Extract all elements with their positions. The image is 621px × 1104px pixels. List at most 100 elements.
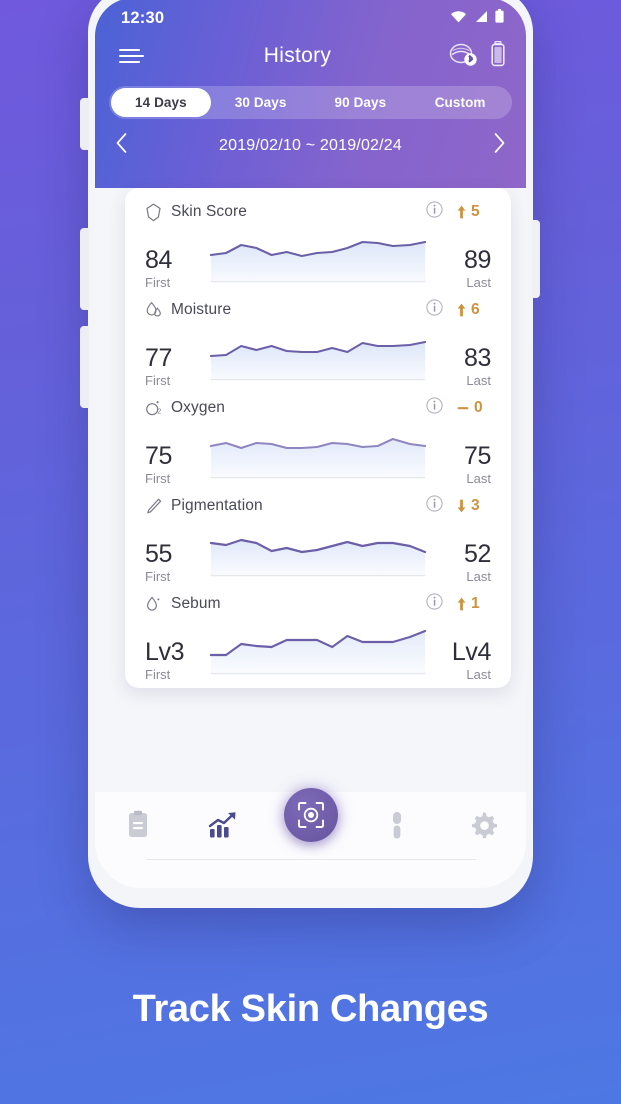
metric-body: 55 First 52 Last — [145, 526, 491, 584]
metric-delta-value: 6 — [471, 301, 480, 318]
chevron-right-icon[interactable] — [493, 132, 506, 159]
metric-row-oxygen[interactable]: 2 Oxygen 0 75 First 75 Last — [125, 388, 511, 486]
metric-last-value: Lv4 — [451, 637, 492, 666]
metric-row-pigmentation[interactable]: Pigmentation 3 55 First 52 Last — [125, 486, 511, 584]
metric-label: Moisture — [171, 301, 232, 318]
metric-last-value: 75 — [463, 441, 491, 470]
clipboard-icon — [129, 810, 148, 837]
phone-button-volume-up[interactable] — [80, 98, 89, 150]
metric-last-value: 52 — [463, 539, 491, 568]
range-tab-30-days[interactable]: 30 Days — [211, 88, 311, 117]
metric-last-value: 83 — [463, 343, 491, 372]
phone-button-volume-down[interactable] — [80, 228, 89, 310]
range-tab-custom[interactable]: Custom — [410, 88, 510, 117]
metric-row-moisture[interactable]: Moisture 6 77 First 83 Last — [125, 290, 511, 388]
metric-last: 52 Last — [433, 539, 491, 584]
nav-item-history[interactable] — [197, 810, 251, 840]
page-title: History — [263, 44, 332, 67]
metric-last: 89 Last — [433, 245, 491, 290]
metric-header: Sebum 1 — [145, 584, 491, 624]
status-time: 12:30 — [121, 9, 165, 27]
phone-screen: 12:30 History 14 Days 30 Days 90 Days Cu… — [95, 0, 526, 888]
arrow-up-icon — [457, 205, 466, 219]
metric-delta: 6 — [457, 301, 491, 319]
chevron-left-icon[interactable] — [115, 132, 128, 159]
metric-first-caption: First — [145, 373, 171, 388]
oxygen-o2-icon: 2 — [145, 399, 171, 418]
info-circle-icon[interactable] — [426, 299, 443, 321]
range-tab-14-days[interactable]: 14 Days — [111, 88, 211, 117]
metric-label: Sebum — [171, 595, 221, 612]
metric-label: Oxygen — [171, 399, 226, 416]
metric-last-caption: Last — [466, 275, 491, 290]
metric-last-caption: Last — [466, 667, 491, 682]
metric-last: 75 Last — [433, 441, 491, 486]
scan-icon — [297, 802, 324, 828]
bottom-navigation — [95, 788, 526, 888]
phone-button-power[interactable] — [532, 220, 540, 298]
status-bar-icons — [450, 9, 504, 28]
metric-last-value: 89 — [463, 245, 491, 274]
metric-first-caption: First — [145, 667, 171, 682]
wifi-icon — [450, 10, 467, 28]
metric-delta: 0 — [457, 399, 491, 417]
metric-last-caption: Last — [466, 373, 491, 388]
date-range-label: 2019/02/10 ~ 2019/02/24 — [219, 136, 402, 154]
date-navigation: 2019/02/10 ~ 2019/02/24 — [95, 119, 526, 159]
metric-last: 83 Last — [433, 343, 491, 388]
range-tab-90-days[interactable]: 90 Days — [311, 88, 411, 117]
sparkline-sebum — [203, 628, 433, 682]
metric-last-caption: Last — [466, 471, 491, 486]
hamburger-menu-icon[interactable] — [119, 49, 147, 63]
info-circle-icon[interactable] — [426, 593, 443, 615]
metric-first-value: Lv3 — [145, 637, 185, 666]
dash-flat-icon — [457, 407, 469, 410]
metric-delta: 1 — [457, 595, 491, 613]
metric-first-caption: First — [145, 471, 171, 486]
metric-delta-value: 3 — [471, 497, 480, 514]
info-circle-icon[interactable] — [426, 495, 443, 517]
metric-first: 75 First — [145, 442, 203, 486]
status-bar: 12:30 — [95, 0, 526, 28]
metric-row-skin-score[interactable]: Skin Score 5 84 First 89 Last — [125, 192, 511, 290]
metric-label: Pigmentation — [171, 497, 263, 514]
device-stick-icon — [392, 812, 401, 839]
phone-button-extra[interactable] — [80, 326, 89, 408]
metric-first: 84 First — [145, 245, 203, 290]
pen-icon — [145, 497, 171, 516]
nav-item-device[interactable] — [370, 810, 424, 842]
metric-delta: 3 — [457, 497, 491, 515]
metric-row-sebum[interactable]: Sebum 1 Lv3 First Lv4 Last — [125, 584, 511, 682]
sparkline-skin-score — [203, 236, 433, 290]
metric-last: Lv4 Last — [433, 637, 492, 682]
metric-body: 84 First 89 Last — [145, 232, 491, 290]
metric-body: 77 First 83 Last — [145, 330, 491, 388]
metric-header: 2 Oxygen 0 — [145, 388, 491, 428]
nav-item-settings[interactable] — [456, 810, 510, 840]
metric-first-caption: First — [145, 569, 171, 584]
sparkline-moisture — [203, 334, 433, 388]
promo-caption: Track Skin Changes — [132, 988, 489, 1030]
metric-delta-value: 5 — [471, 203, 480, 220]
metric-first: Lv3 First — [145, 637, 203, 682]
range-tabs: 14 Days 30 Days 90 Days Custom — [109, 86, 512, 119]
metric-first-value: 77 — [145, 343, 173, 372]
chart-trend-icon — [209, 812, 236, 838]
metric-delta: 5 — [457, 203, 491, 221]
metric-first-value: 84 — [145, 245, 173, 274]
metric-body: 75 First 75 Last — [145, 428, 491, 486]
metric-label: Skin Score — [171, 203, 247, 220]
arrow-up-icon — [457, 303, 466, 317]
info-circle-icon[interactable] — [426, 397, 443, 419]
scan-button[interactable] — [283, 788, 338, 842]
metric-header: Skin Score 5 — [145, 192, 491, 232]
metric-first: 55 First — [145, 540, 203, 584]
metric-last-caption: Last — [466, 569, 491, 584]
metric-delta-value: 0 — [474, 399, 483, 416]
device-bluetooth-icon[interactable] — [448, 41, 478, 72]
gear-icon — [471, 812, 497, 839]
nav-item-reports[interactable] — [111, 810, 165, 840]
info-circle-icon[interactable] — [426, 201, 443, 223]
sparkline-oxygen — [203, 432, 433, 486]
metric-delta-value: 1 — [471, 595, 480, 612]
